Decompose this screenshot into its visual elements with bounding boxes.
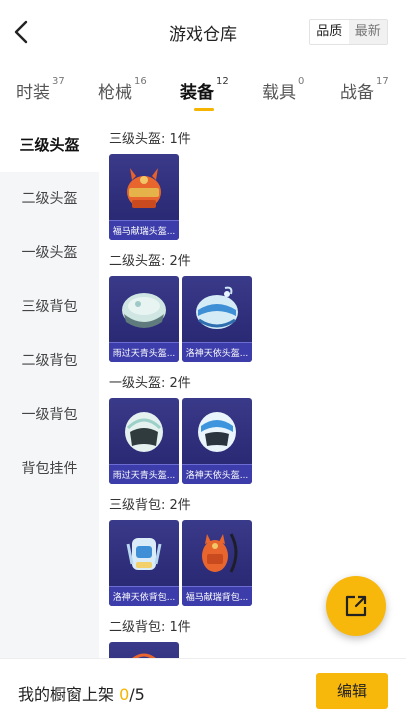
share-external-icon (345, 595, 367, 617)
section-title: 二级头盔: 2件 (109, 254, 191, 269)
sidebar: 三级头盔 二级头盔 一级头盔 三级背包 二级背包 一级背包 背包挂件 (0, 118, 99, 722)
item-name: 雨过天青头盔... (112, 471, 176, 481)
item-card[interactable]: 福马献瑞头盔... (109, 154, 179, 240)
horse-helmet-icon (127, 168, 161, 208)
item-card[interactable]: 福马献瑞背包... (182, 520, 252, 606)
active-tab-indicator (194, 108, 214, 111)
item-name: 洛神天依头盔... (185, 349, 249, 359)
item-card[interactable]: 洛神天依头盔... (182, 276, 252, 362)
item-card[interactable]: 雨过天青头盔... (109, 276, 179, 362)
tab-equipment[interactable]: 装备12 (180, 76, 229, 103)
sidebar-item-level3-helmet[interactable]: 三级头盔 (0, 118, 99, 172)
tab-supplies[interactable]: 战备17 (340, 76, 389, 103)
tab-guns[interactable]: 枪械16 (98, 76, 147, 103)
item-name: 雨过天青头盔... (112, 349, 176, 359)
tab-label: 载具 (262, 83, 296, 103)
backpack-icon (126, 538, 162, 570)
helmet-icon (125, 412, 163, 452)
showcase-footer: 我的橱窗上架 0/5 编辑 (0, 658, 406, 722)
item-card[interactable] (109, 642, 179, 658)
helmet-icon (122, 293, 166, 328)
header: 游戏仓库 品质 最新 (0, 0, 406, 64)
tab-label: 装备 (180, 83, 214, 103)
share-button[interactable] (326, 576, 386, 636)
helmet-icon (198, 412, 236, 452)
item-card[interactable]: 洛神天依头盔... (182, 398, 252, 484)
item-card[interactable]: 雨过天青头盔... (109, 398, 179, 484)
sort-latest-button[interactable]: 最新 (348, 20, 387, 44)
showcase-total-count: /5 (129, 685, 145, 704)
tab-vehicles[interactable]: 载具0 (262, 76, 305, 103)
item-name: 福马献瑞背包... (185, 593, 249, 603)
tab-label: 时装 (16, 83, 50, 103)
sidebar-item-level2-helmet[interactable]: 二级头盔 (0, 172, 99, 226)
tab-label: 战备 (340, 83, 374, 103)
tab-count: 17 (376, 76, 389, 87)
tab-count: 16 (134, 76, 147, 87)
edit-button[interactable]: 编辑 (316, 673, 388, 709)
sort-toggle: 品质 最新 (309, 19, 388, 45)
category-tabs: 时装37 枪械16 装备12 载具0 战备17 (0, 64, 406, 116)
sidebar-item-level3-backpack[interactable]: 三级背包 (0, 280, 99, 334)
sidebar-item-backpack-charm[interactable]: 背包挂件 (0, 442, 99, 496)
sort-quality-button[interactable]: 品质 (310, 20, 349, 44)
item-name: 洛神天依头盔... (185, 471, 249, 481)
tab-count: 37 (52, 76, 65, 87)
horse-backpack-icon (202, 533, 238, 573)
sidebar-item-level1-helmet[interactable]: 一级头盔 (0, 226, 99, 280)
sidebar-item-level2-backpack[interactable]: 二级背包 (0, 334, 99, 388)
tab-count: 12 (216, 76, 229, 87)
showcase-current-count: 0 (119, 685, 130, 704)
section-title: 一级头盔: 2件 (109, 376, 191, 391)
section-title: 二级背包: 1件 (109, 620, 191, 635)
item-name: 洛神天依背包... (112, 593, 176, 603)
helmet-icon (196, 286, 238, 329)
tab-label: 枪械 (98, 83, 132, 103)
showcase-text: 我的橱窗上架 (18, 685, 120, 704)
tab-count: 0 (298, 76, 305, 87)
backpack-icon (132, 653, 156, 658)
tab-fashion[interactable]: 时装37 (16, 76, 65, 103)
showcase-label: 我的橱窗上架 0/5 (18, 681, 145, 705)
section-title: 三级背包: 2件 (109, 498, 191, 513)
item-card[interactable]: 洛神天依背包... (109, 520, 179, 606)
sidebar-item-level1-backpack[interactable]: 一级背包 (0, 388, 99, 442)
section-title: 三级头盔: 1件 (109, 132, 191, 147)
item-name: 福马献瑞头盔... (112, 227, 176, 237)
